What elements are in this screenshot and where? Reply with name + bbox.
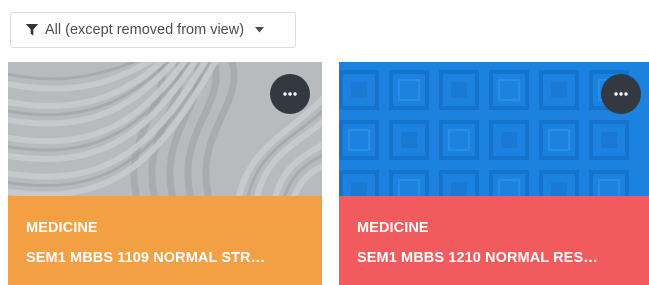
card-more-button[interactable] [601, 74, 641, 114]
card-more-button[interactable] [270, 74, 310, 114]
course-subject: MEDICINE [357, 220, 429, 236]
course-title[interactable]: SEM1 MBBS 1109 NORMAL STR… [26, 250, 304, 267]
filter-label: All (except removed from view) [45, 22, 245, 38]
course-card[interactable]: MEDICINE SEM1 MBBS 1210 NORMAL RES… [339, 62, 649, 285]
course-title[interactable]: SEM1 MBBS 1210 NORMAL RES… [357, 250, 635, 267]
course-subject: MEDICINE [26, 220, 98, 236]
course-card-footer: MEDICINE SEM1 MBBS 1210 NORMAL RES… [339, 196, 649, 285]
course-card[interactable]: MEDICINE SEM1 MBBS 1109 NORMAL STR… [8, 62, 322, 285]
more-horizontal-icon [614, 92, 628, 96]
funnel-icon [26, 24, 38, 36]
filter-dropdown[interactable]: All (except removed from view) [10, 12, 296, 48]
more-horizontal-icon [283, 92, 297, 96]
course-card-image [339, 62, 649, 196]
caret-down-icon [255, 27, 265, 33]
course-card-footer: MEDICINE SEM1 MBBS 1109 NORMAL STR… [8, 196, 322, 285]
